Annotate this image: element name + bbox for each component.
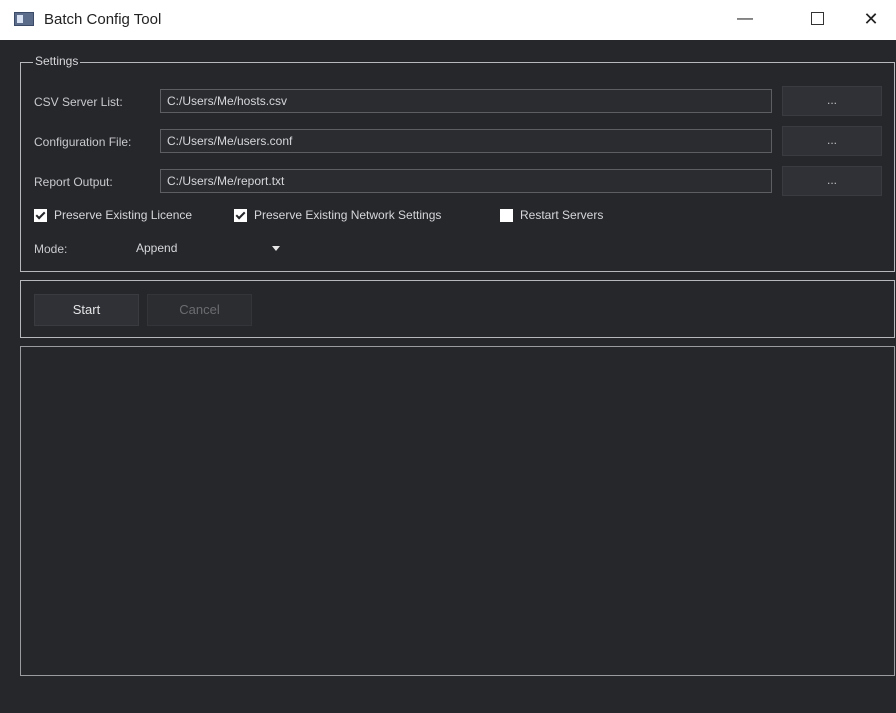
restart-servers-label: Restart Servers [520, 208, 604, 222]
close-button[interactable]: ✕ [848, 0, 894, 40]
mode-label: Mode: [34, 242, 68, 256]
settings-group-title: Settings [33, 54, 81, 68]
log-output-area[interactable] [20, 346, 895, 676]
dropdown-arrow-icon [272, 246, 280, 251]
minimize-button[interactable]: — [722, 0, 768, 40]
mode-selected-value: Append [136, 241, 178, 255]
report-output-input[interactable] [160, 169, 772, 193]
preserve-network-checkbox[interactable]: Preserve Existing Network Settings [234, 208, 441, 222]
config-browse-button[interactable]: ... [782, 126, 882, 156]
start-button[interactable]: Start [34, 294, 139, 326]
configuration-file-label: Configuration File: [34, 135, 132, 149]
preserve-licence-label: Preserve Existing Licence [54, 208, 193, 222]
maximize-button[interactable] [794, 0, 840, 40]
checkbox-checked-icon [34, 208, 47, 222]
mode-dropdown[interactable]: Append [130, 237, 288, 261]
csv-server-list-label: CSV Server List: [34, 95, 123, 109]
preserve-network-label: Preserve Existing Network Settings [254, 208, 442, 222]
checkbox-unchecked-icon [500, 208, 513, 222]
title-bar: Batch Config Tool — ✕ [0, 0, 896, 40]
csv-server-list-input[interactable] [160, 89, 772, 113]
csv-browse-button[interactable]: ... [782, 86, 882, 116]
preserve-licence-checkbox[interactable]: Preserve Existing Licence [34, 208, 192, 222]
cancel-button[interactable]: Cancel [147, 294, 252, 326]
checkbox-checked-icon [234, 208, 247, 222]
window-title: Batch Config Tool [44, 11, 162, 28]
configuration-file-input[interactable] [160, 129, 772, 153]
report-browse-button[interactable]: ... [782, 166, 882, 196]
maximize-icon [810, 12, 824, 26]
restart-servers-checkbox[interactable]: Restart Servers [500, 208, 603, 222]
report-output-label: Report Output: [34, 175, 113, 189]
app-icon [14, 12, 34, 26]
